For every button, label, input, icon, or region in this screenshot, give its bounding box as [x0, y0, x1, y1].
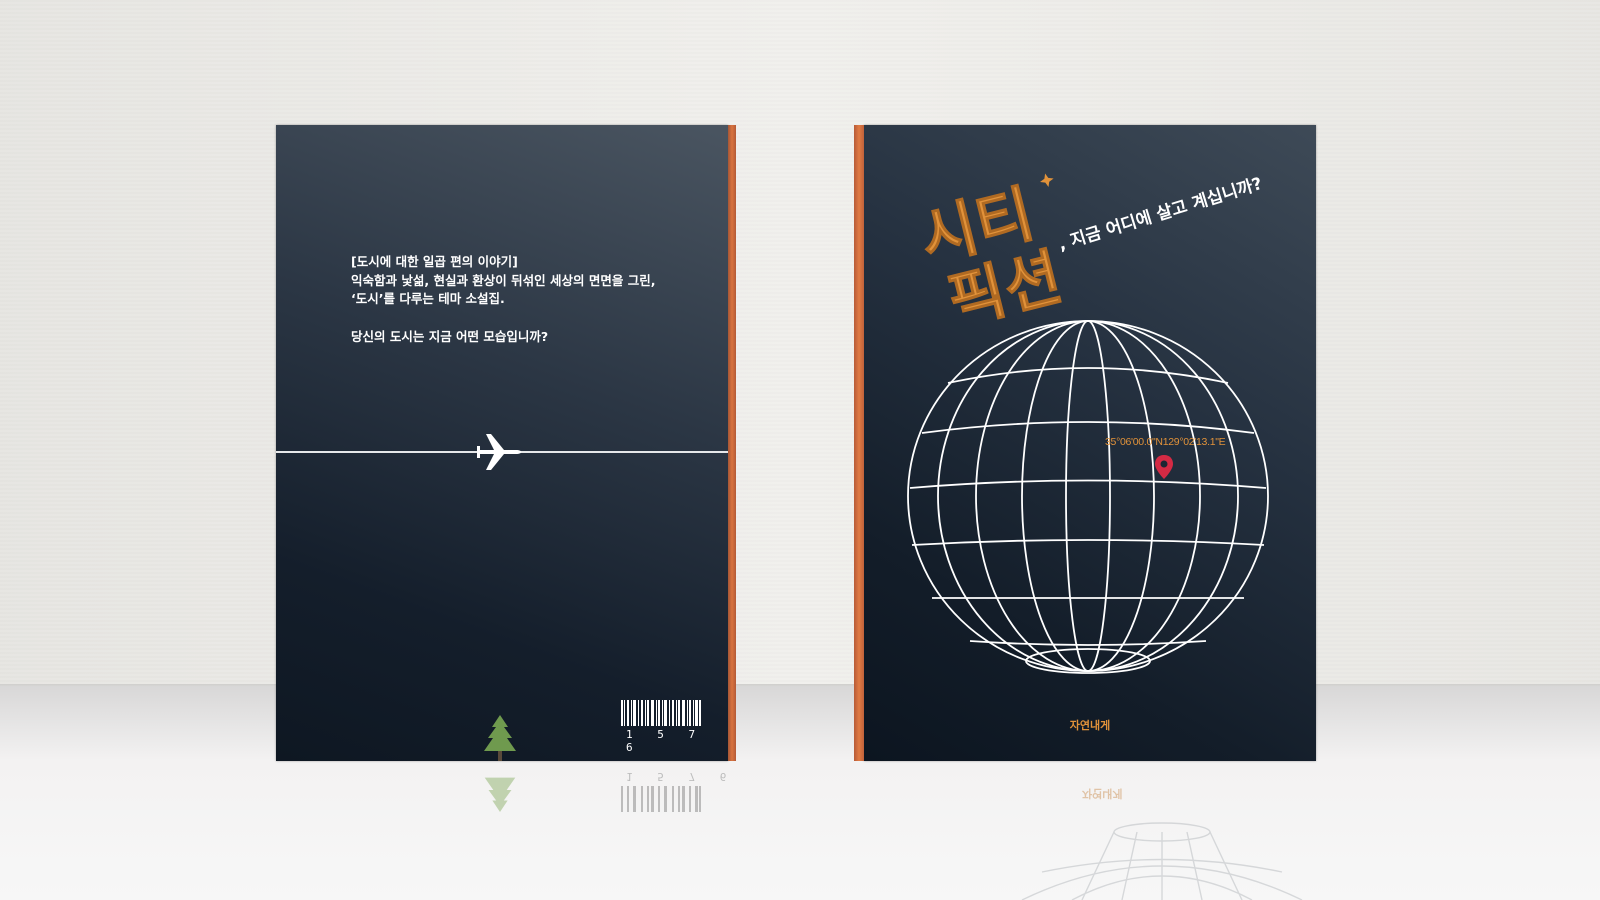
book-title: 시티 픽션 [916, 173, 1070, 325]
blurb-question: 당신의 도시는 지금 어떤 모습입니까? [351, 328, 549, 344]
barcode [621, 700, 701, 726]
back-blurb: [도시에 대한 일곱 편의 이야기] 익숙함과 낯섦, 현실과 환상이 뒤섞인 … [351, 253, 655, 346]
back-spine-edge [728, 125, 736, 761]
map-pin-icon [1155, 455, 1173, 479]
floor-surface [0, 686, 1600, 900]
front-spine-edge [854, 125, 864, 761]
globe-reflection [1021, 822, 1303, 900]
barcode-reflection [621, 786, 701, 812]
coordinates-label: 35°06'00.0"N129°02'13.1"E [1105, 436, 1226, 448]
front-cover: 시티 픽션 , 지금 어디에 살고 계십니까? 35°06'00.0"N129°… [854, 125, 1316, 761]
tree-icon [484, 715, 516, 761]
tree-reflection [484, 777, 516, 812]
blurb-line-1: [도시에 대한 일곱 편의 이야기] [351, 254, 518, 269]
wireframe-globe [907, 320, 1269, 674]
publisher-reflection: 자연내게 [1082, 787, 1123, 800]
wall-background [0, 0, 1600, 690]
barcode-number-reflection: 1 5 7 6 [626, 770, 736, 783]
sparkle-icon [1040, 173, 1054, 188]
airplane-icon [477, 434, 522, 470]
publisher-name: 자연내게 [1069, 719, 1111, 732]
barcode-number: 1 5 7 6 [626, 728, 705, 754]
blurb-line-3: ‘도시’를 다루는 테마 소설집. [351, 291, 505, 306]
back-cover: [도시에 대한 일곱 편의 이야기] 익숙함과 낯섦, 현실과 환상이 뒤섞인 … [276, 125, 736, 761]
blurb-line-2: 익숙함과 낯섦, 현실과 환상이 뒤섞인 세상의 면면을 그린, [351, 272, 656, 288]
